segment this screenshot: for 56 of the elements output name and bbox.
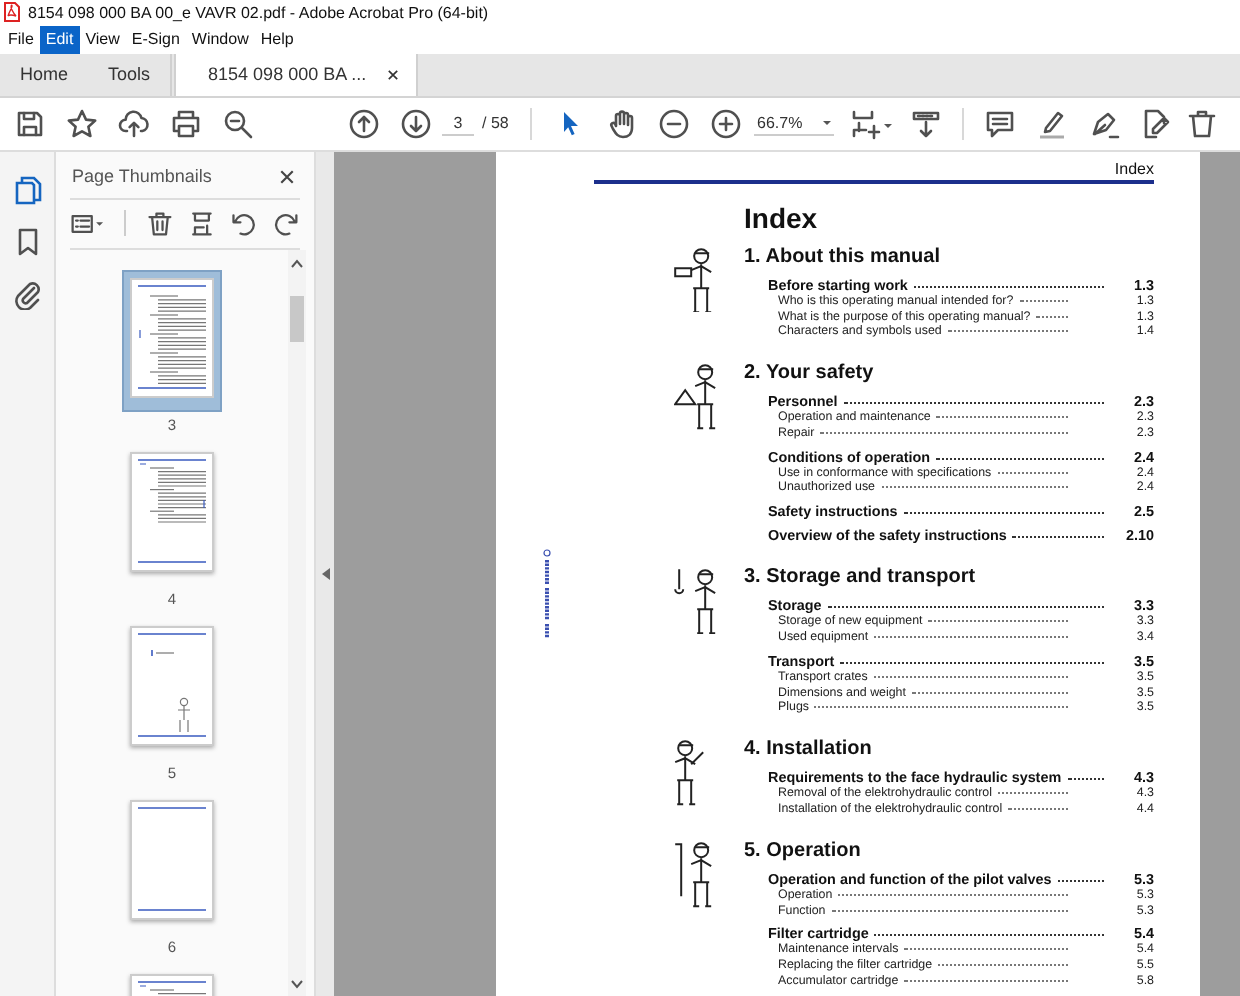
document-tab[interactable]: 8154 098 000 BA ... <box>174 53 419 96</box>
section-title: 3. Storage and transport <box>744 564 978 591</box>
worker-drawing <box>674 740 705 806</box>
section-title: 1. About this manual <box>744 243 942 270</box>
insert-pages-icon[interactable] <box>188 207 217 240</box>
scroll-down-icon[interactable] <box>290 978 304 990</box>
caret-icon[interactable] <box>822 119 833 126</box>
menu-item[interactable]: Window <box>185 25 255 54</box>
save-icon[interactable] <box>14 107 46 140</box>
nav-tab[interactable]: Tools <box>88 53 171 96</box>
edit-document-icon[interactable] <box>1140 107 1173 140</box>
worker-drawing <box>674 247 713 313</box>
zoom-in-icon[interactable] <box>710 107 743 140</box>
scroll-up-icon[interactable] <box>290 257 304 270</box>
hand-icon[interactable] <box>606 107 639 140</box>
section-title: 4. Installation <box>744 736 874 763</box>
worker-drawing <box>674 568 717 635</box>
trash-icon[interactable] <box>146 207 175 240</box>
cloud-upload-icon[interactable] <box>118 107 150 140</box>
page-down-icon[interactable] <box>400 107 432 140</box>
search-icon[interactable] <box>222 107 254 140</box>
scrollbar[interactable] <box>288 249 306 996</box>
worker-drawing <box>674 841 713 908</box>
signature-icon[interactable] <box>1088 107 1121 140</box>
highlight-icon[interactable] <box>1036 107 1069 140</box>
menu-item[interactable]: File <box>2 25 40 54</box>
section-title: 5. Operation <box>744 837 863 864</box>
menu-item[interactable]: E-Sign <box>125 25 186 54</box>
menu-item[interactable]: Help <box>254 25 300 54</box>
page-count: / 58 <box>482 114 509 133</box>
running-head: Index <box>1112 159 1154 178</box>
scrollbar-thumb[interactable] <box>290 295 304 342</box>
pages-panel-icon[interactable] <box>11 173 43 206</box>
print-icon[interactable] <box>170 107 202 140</box>
paperclip-icon[interactable] <box>11 277 43 310</box>
star-icon[interactable] <box>66 107 98 140</box>
zoom-out-icon[interactable] <box>658 107 691 140</box>
close-icon[interactable] <box>386 67 401 82</box>
fit-page-icon[interactable] <box>850 107 895 140</box>
page-heading: Index <box>744 201 820 236</box>
close-icon[interactable] <box>278 167 296 186</box>
menu-item[interactable]: Edit <box>39 25 80 54</box>
imprint-mark <box>542 547 552 640</box>
section-title: 2. Your safety <box>744 360 876 387</box>
page-up-icon[interactable] <box>348 107 380 140</box>
worker-drawing <box>674 364 717 430</box>
zoom-field[interactable]: 66.7% <box>754 111 835 136</box>
menu-item[interactable]: View <box>79 25 126 54</box>
page-number-field[interactable]: 3 <box>442 111 474 136</box>
window-title: 8154 098 000 BA 00_e VAVR 02.pdf - Adobe Acrobat Pro (64-bit) <box>28 3 489 22</box>
comment-icon[interactable] <box>984 107 1017 140</box>
delete-icon[interactable] <box>1186 107 1219 140</box>
nav-tab[interactable]: Home <box>0 53 89 96</box>
scroll-mode-icon[interactable] <box>910 107 943 140</box>
page-thumbnail[interactable] <box>124 271 220 410</box>
panel-title: Page Thumbnails <box>72 166 212 187</box>
